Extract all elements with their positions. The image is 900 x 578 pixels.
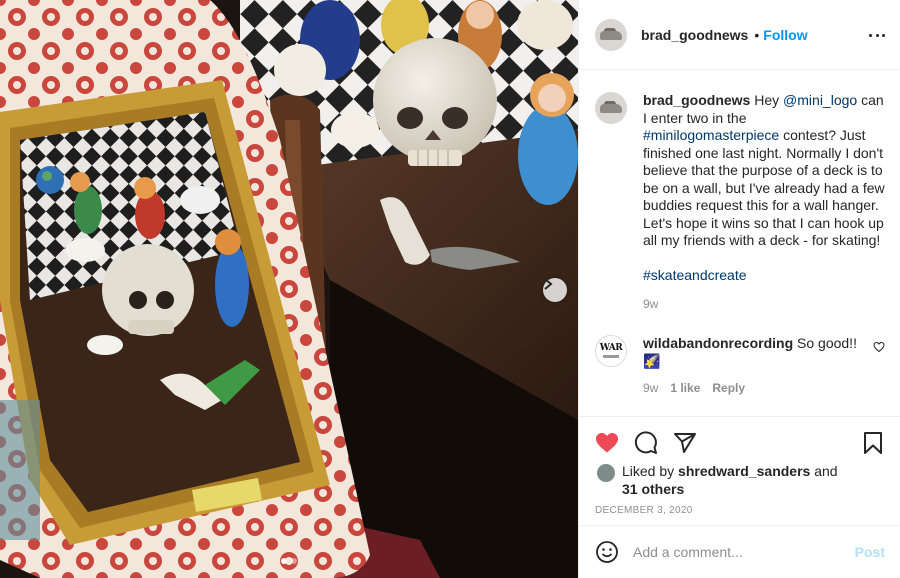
- caption-hashtag-link[interactable]: #minilogomasterpiece: [643, 127, 779, 143]
- post-comment-button[interactable]: Post: [855, 544, 885, 560]
- add-comment-bar: Add a comment... Post: [579, 525, 900, 578]
- more-options-icon[interactable]: [869, 27, 885, 43]
- post-date[interactable]: DECEMBER 3, 2020: [595, 505, 693, 516]
- reply-button[interactable]: Reply: [712, 381, 745, 395]
- post-side-panel: brad_goodnews • Follow brad_goodnews Hey…: [578, 0, 900, 578]
- caption-text-1: Hey: [754, 92, 780, 108]
- caption-mention-link[interactable]: @mini_logo: [783, 92, 857, 108]
- reply-message: So good!!: [797, 335, 857, 351]
- comment-icon[interactable]: [634, 431, 658, 455]
- liker-username[interactable]: shredward_sanders: [678, 463, 810, 479]
- reply-like-count[interactable]: 1 like: [670, 381, 700, 395]
- carousel-indicator: [0, 558, 578, 564]
- reply-avatar-logo: WAR: [599, 343, 623, 353]
- reply-meta: 9w 1 like Reply: [643, 381, 885, 395]
- skateboard-painting-image: [0, 0, 578, 578]
- reply-username[interactable]: wildabandonrecording: [643, 335, 793, 351]
- liked-heart-icon[interactable]: [595, 431, 619, 455]
- likes-summary: Liked by shredward_sanders and 31 others: [595, 462, 885, 498]
- next-photo-button[interactable]: [543, 278, 567, 302]
- carousel-dot: [291, 558, 297, 564]
- chevron-right-icon: [544, 278, 553, 290]
- caption-meta: 9w: [643, 297, 885, 311]
- reply-author-avatar[interactable]: WAR: [595, 335, 627, 367]
- likes-and: and: [814, 463, 838, 479]
- comment-input[interactable]: Add a comment...: [633, 544, 855, 560]
- emoji-icon[interactable]: [595, 540, 619, 564]
- reply-emoji: 🌠: [643, 352, 661, 369]
- header-separator: •: [754, 26, 760, 43]
- caption-text: brad_goodnews Hey @mini_logo can I enter…: [643, 92, 885, 284]
- author-avatar[interactable]: [595, 18, 627, 51]
- caption-username[interactable]: brad_goodnews: [643, 92, 750, 108]
- liker-avatar[interactable]: [597, 464, 615, 482]
- caption-comment: brad_goodnews Hey @mini_logo can I enter…: [595, 92, 885, 311]
- carousel-dot-active: [281, 558, 287, 564]
- caption-time[interactable]: 9w: [643, 297, 658, 311]
- post-actions-area: Liked by shredward_sanders and 31 others…: [579, 416, 900, 525]
- reply-text: wildabandonrecording So good!! 🌠: [643, 335, 885, 370]
- likes-others-link[interactable]: 31 others: [622, 481, 684, 497]
- share-icon[interactable]: [673, 431, 697, 455]
- instagram-post-modal: brad_goodnews • Follow brad_goodnews Hey…: [0, 0, 900, 578]
- save-bookmark-icon[interactable]: [861, 431, 885, 455]
- post-photo[interactable]: [0, 0, 578, 578]
- caption-text-3: contest? Just finished one last night. N…: [643, 127, 885, 248]
- reply-comment: WAR wildabandonrecording So good!! 🌠 9w …: [595, 335, 885, 395]
- caption-author-avatar[interactable]: [595, 92, 627, 124]
- reply-time[interactable]: 9w: [643, 381, 658, 395]
- follow-button[interactable]: Follow: [763, 27, 807, 43]
- author-username[interactable]: brad_goodnews: [641, 27, 748, 43]
- comments-list[interactable]: brad_goodnews Hey @mini_logo can I enter…: [579, 70, 900, 416]
- action-bar: [595, 431, 885, 457]
- post-header: brad_goodnews • Follow: [579, 0, 900, 70]
- likes-prefix: Liked by: [622, 463, 675, 479]
- caption-hashtag-link-2[interactable]: #skateandcreate: [643, 267, 747, 283]
- like-comment-heart-icon[interactable]: [873, 341, 885, 353]
